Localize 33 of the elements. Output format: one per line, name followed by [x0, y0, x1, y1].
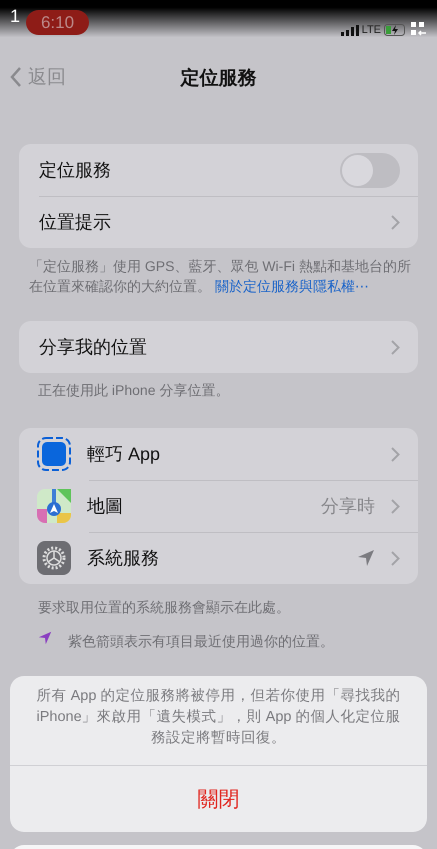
row-label: 位置提示: [39, 211, 112, 234]
footer-text: 正在使用此 iPhone 分享位置。: [38, 381, 230, 400]
row-label: 分享我的位置: [39, 336, 148, 359]
close-button[interactable]: 關閉: [10, 766, 427, 832]
chevron-icon: [391, 498, 400, 514]
privacy-link[interactable]: 關於定位服務與隱私權⋯: [214, 278, 369, 294]
app-name: 輕巧 App: [87, 443, 162, 466]
chevron-icon: [391, 214, 400, 230]
legend-text: 紫色箭頭表示有項目最近使用過你的位置。: [68, 632, 334, 651]
signal-icon: [340, 24, 359, 36]
network-label: LTE: [362, 24, 381, 36]
app-clip-icon: [37, 437, 71, 471]
app-name: 地圖: [87, 495, 124, 518]
sheet-message: 所有 App 的定位服務將被停用，但若你使用「尋找我的 iPhone」來啟用「遺失模式」，則 App 的個人化定位服務設定將暫時回復。: [10, 676, 427, 766]
location-arrow-icon: [38, 631, 52, 645]
page-title: 定位服務: [180, 66, 256, 91]
row-value: 分享時: [321, 495, 375, 518]
app-name: 系統服務: [87, 547, 160, 570]
chevron-icon: [391, 446, 400, 462]
chevron-icon: [391, 340, 400, 354]
overlay-number: 1: [10, 6, 20, 27]
footer-text: 「定位服務」使用 GPS、藍牙、眾包 Wi-Fi 熱點和基地台的所在位置來確認你的大約位置。 關於定位服務與隱私權⋯: [29, 257, 412, 296]
back-chevron-icon: [10, 66, 22, 88]
chevron-icon: [391, 550, 400, 566]
screen-record-icon: [411, 22, 427, 38]
toggle-switch[interactable]: [340, 152, 400, 188]
row-label: 定位服務: [39, 159, 112, 182]
battery-icon: [384, 24, 408, 36]
footer-text: 要求取用位置的系統服務會顯示在此處。: [38, 598, 291, 617]
settings-icon: [37, 541, 71, 575]
back-button[interactable]: 返回: [10, 64, 66, 90]
map-icon: [37, 489, 71, 523]
status-time: 6:10: [26, 10, 89, 35]
